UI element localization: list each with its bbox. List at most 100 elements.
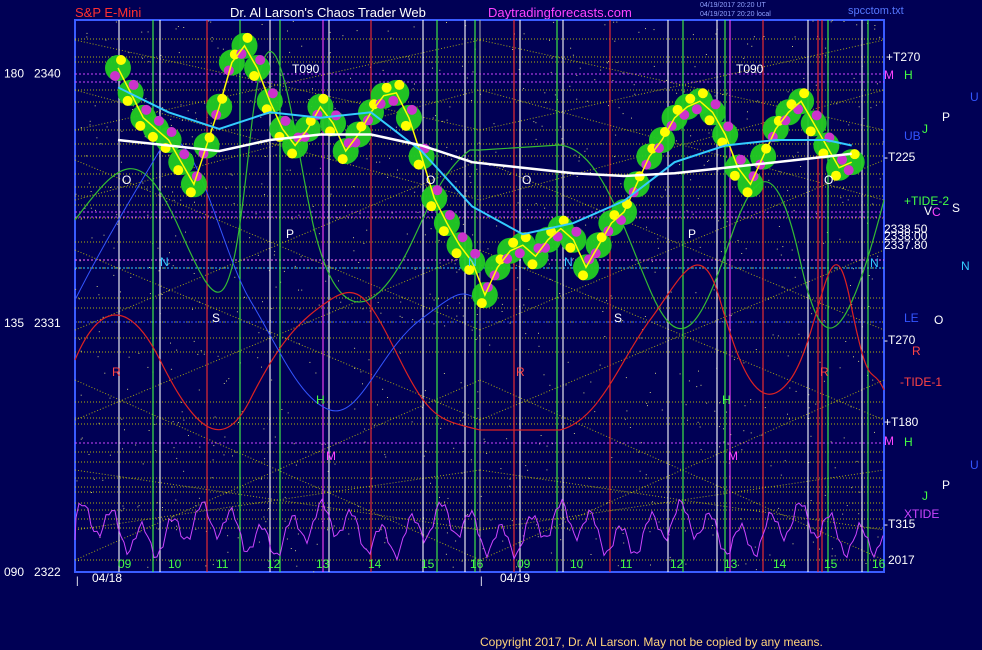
texture-dot [784,460,786,462]
texture-dot [193,340,195,342]
texture-dot [334,463,336,465]
texture-dot [757,100,759,102]
texture-dot [86,32,88,34]
texture-dot [741,253,743,254]
texture-dot [463,416,465,418]
texture-dot [824,54,826,56]
texture-dot [679,164,681,166]
texture-dot [263,516,265,518]
texture-dot [572,258,574,260]
texture-dot [172,421,174,423]
texture-dot [646,402,648,404]
texture-dot [227,535,229,537]
texture-dot [706,402,708,404]
texture-dot [615,134,617,136]
texture-dot [723,428,724,430]
texture-dot [145,98,147,100]
texture-dot [147,566,149,568]
texture-dot [638,31,640,33]
texture-dot [456,271,458,273]
texture-dot [850,487,852,489]
texture-dot [113,247,115,249]
texture-dot [502,540,504,542]
day-start-marker: | [480,576,483,587]
texture-dot [594,79,596,81]
texture-dot [249,237,251,239]
right-level-label: R [912,344,921,358]
chart-annotation-label: O [824,173,833,187]
texture-dot [543,374,545,376]
texture-dot [96,137,98,139]
texture-dot [719,208,721,210]
texture-dot [301,289,303,291]
texture-dot [305,451,307,453]
texture-dot [162,107,164,109]
texture-dot [379,161,381,163]
texture-dot [714,410,716,412]
price-bar-high [799,88,810,99]
price-axis-tick-label: 2322 [34,565,61,579]
texture-dot [816,213,817,215]
right-level-label: P [942,110,950,124]
chart-annotation-label: H [722,393,731,407]
texture-dot [442,120,444,122]
texture-dot [425,450,427,452]
texture-dot [490,519,492,521]
texture-dot [640,442,642,444]
texture-dot [477,391,479,393]
texture-dot [763,36,765,37]
texture-dot [91,237,93,239]
texture-dot [745,563,747,565]
texture-dot [222,48,224,50]
texture-dot [324,443,326,445]
texture-dot [135,444,137,446]
texture-dot [460,382,462,384]
texture-dot [312,206,314,207]
texture-dot [616,21,618,23]
texture-dot [553,21,555,23]
texture-dot [584,150,586,152]
texture-dot [707,161,709,162]
texture-dot [653,29,655,31]
texture-dot [787,190,789,192]
texture-dot [366,229,368,231]
chart-annotation-label: P [286,227,294,241]
texture-dot [211,40,213,42]
texture-dot [523,88,525,89]
texture-dot [447,305,449,307]
texture-dot [501,303,503,305]
tide-blue-curve [74,139,481,412]
price-bar-low [173,165,184,176]
texture-dot [214,416,216,418]
texture-dot [794,36,796,38]
price-bar-low [287,148,298,159]
texture-dot [614,40,616,42]
price-axis-tick-label: 2340 [34,67,61,81]
texture-dot [803,77,805,79]
texture-dot [633,84,635,86]
texture-dot [509,478,511,480]
texture-dot [257,254,259,256]
texture-dot [778,226,780,227]
texture-dot [599,364,601,366]
texture-dot [340,301,342,303]
texture-dot [544,207,546,209]
texture-dot [782,246,784,248]
texture-dot [853,77,855,79]
texture-dot [88,454,90,455]
price-bar-low [805,126,816,137]
price-bar-low [704,115,715,126]
texture-dot [170,118,172,120]
texture-dot [80,394,82,396]
hour-tick-label: 11 [216,557,229,571]
texture-dot [298,289,299,291]
texture-dot [698,370,699,372]
price-bar-low [793,104,804,115]
texture-dot [683,91,685,93]
texture-dot [96,286,98,287]
texture-dot [470,182,472,184]
texture-dot [260,116,262,118]
texture-dot [462,65,463,67]
texture-dot [389,157,390,159]
texture-dot [353,250,355,252]
